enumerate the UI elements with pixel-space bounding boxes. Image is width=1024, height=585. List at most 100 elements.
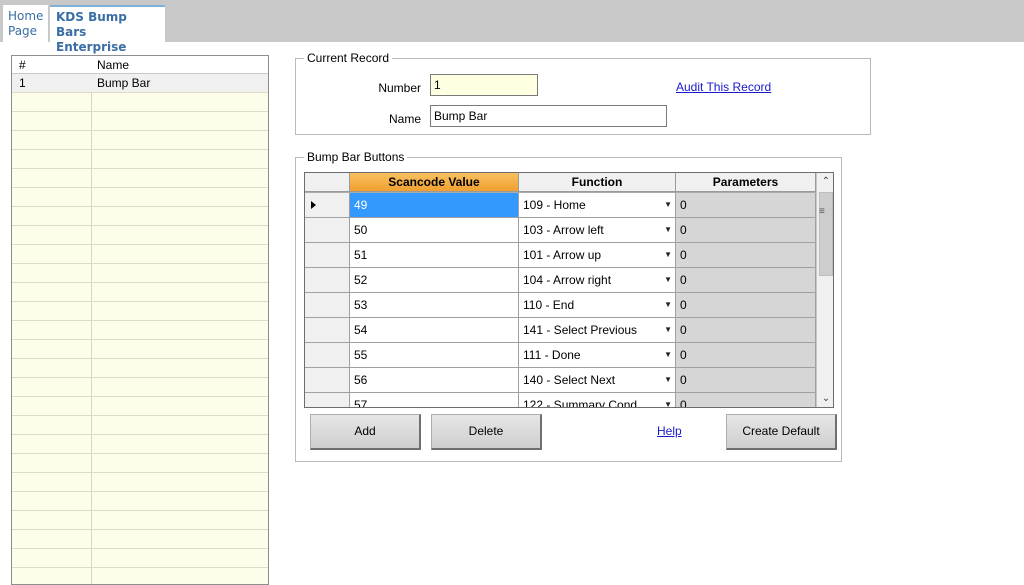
function-value: 141 - Select Previous [523,323,638,337]
grid-row-selector[interactable] [305,268,350,293]
scancode-cell[interactable]: 51 [350,243,519,268]
function-value: 109 - Home [523,198,586,212]
record-list-header-name[interactable]: Name [97,58,129,72]
grid-row[interactable]: 49 109 - Home ▼ 0 [305,193,816,218]
create-default-button[interactable]: Create Default [726,414,837,450]
record-list-empty-row [12,264,268,283]
parameters-cell[interactable]: 0 [676,218,816,243]
add-button[interactable]: Add [310,414,421,450]
grid-row[interactable]: 50 103 - Arrow left ▼ 0 [305,218,816,243]
parameters-cell[interactable]: 0 [676,318,816,343]
tab-home-label-2: Page [8,24,38,38]
grid-row[interactable]: 55 111 - Done ▼ 0 [305,343,816,368]
grid-row-selector[interactable] [305,193,350,218]
record-list[interactable]: # Name 1 Bump Bar [11,55,269,585]
scancode-cell[interactable]: 55 [350,343,519,368]
grid-row[interactable]: 57 122 - Summary Cond... ▼ 0 [305,393,816,407]
grid-row-header-corner [305,173,350,192]
parameters-cell[interactable]: 0 [676,343,816,368]
function-value: 104 - Arrow right [523,273,612,287]
function-select[interactable]: 111 - Done ▼ [519,343,676,368]
dropdown-arrow-icon[interactable]: ▼ [664,243,672,267]
bump-bar-buttons-group: Bump Bar Buttons Scancode Value Function… [295,150,842,462]
dropdown-arrow-icon[interactable]: ▼ [664,218,672,242]
current-record-group: Current Record Number Audit This Record … [295,51,871,135]
dropdown-arrow-icon[interactable]: ▼ [664,268,672,292]
tab-kds-bump-bars[interactable]: KDS Bump Bars Enterprise [50,5,165,54]
record-list-empty-row [12,492,268,511]
record-number: 1 [19,76,26,90]
name-label: Name [388,112,421,126]
grid-row-selector[interactable] [305,393,350,407]
scroll-thumb[interactable] [819,192,833,276]
grid-row-selector[interactable] [305,343,350,368]
scancode-cell[interactable]: 49 [350,193,519,218]
grid-row[interactable]: 56 140 - Select Next ▼ 0 [305,368,816,393]
grid-header-function[interactable]: Function [519,173,676,192]
grid-row-selector[interactable] [305,293,350,318]
record-list-empty-row [12,530,268,549]
scancode-cell[interactable]: 57 [350,393,519,407]
current-row-arrow-icon [311,201,316,209]
dropdown-arrow-icon[interactable]: ▼ [664,318,672,342]
function-select[interactable]: 122 - Summary Cond... ▼ [519,393,676,407]
grid-row[interactable]: 52 104 - Arrow right ▼ 0 [305,268,816,293]
record-list-empty-row [12,150,268,169]
bump-bar-buttons-legend: Bump Bar Buttons [304,150,408,164]
function-select[interactable]: 104 - Arrow right ▼ [519,268,676,293]
function-select[interactable]: 109 - Home ▼ [519,193,676,218]
parameters-cell[interactable]: 0 [676,393,816,407]
function-value: 140 - Select Next [523,373,616,387]
grid-row-selector[interactable] [305,368,350,393]
grid-header-parameters[interactable]: Parameters [676,173,816,192]
function-select[interactable]: 140 - Select Next ▼ [519,368,676,393]
scroll-up-arrow-icon[interactable]: ⌃ [817,173,833,190]
grid-row-selector[interactable] [305,243,350,268]
dropdown-arrow-icon[interactable]: ▼ [664,293,672,317]
name-field[interactable] [430,105,667,127]
grid-row[interactable]: 54 141 - Select Previous ▼ 0 [305,318,816,343]
dropdown-arrow-icon[interactable]: ▼ [664,368,672,392]
function-select[interactable]: 141 - Select Previous ▼ [519,318,676,343]
bump-bar-buttons-grid[interactable]: Scancode Value Function Parameters 49 109… [304,172,834,408]
record-list-empty-row [12,207,268,226]
record-list-empty-row [12,378,268,397]
grid-row[interactable]: 51 101 - Arrow up ▼ 0 [305,243,816,268]
scancode-cell[interactable]: 56 [350,368,519,393]
function-select[interactable]: 103 - Arrow left ▼ [519,218,676,243]
dropdown-arrow-icon[interactable]: ▼ [664,343,672,367]
grid-row-selector[interactable] [305,318,350,343]
parameters-cell[interactable]: 0 [676,368,816,393]
parameters-cell[interactable]: 0 [676,243,816,268]
record-list-header-number[interactable]: # [19,58,26,72]
grid-row[interactable]: 53 110 - End ▼ 0 [305,293,816,318]
record-list-empty-row [12,302,268,321]
function-select[interactable]: 110 - End ▼ [519,293,676,318]
record-list-empty-row [12,340,268,359]
tab-home-label-1: Home [8,9,44,23]
record-list-empty-row [12,435,268,454]
audit-this-record-link[interactable]: Audit This Record [676,80,771,94]
record-list-empty-row [12,112,268,131]
scancode-cell[interactable]: 50 [350,218,519,243]
delete-button[interactable]: Delete [431,414,542,450]
parameters-cell[interactable]: 0 [676,193,816,218]
grid-header-scancode[interactable]: Scancode Value [350,173,519,192]
scancode-cell[interactable]: 52 [350,268,519,293]
dropdown-arrow-icon[interactable]: ▼ [664,393,672,407]
parameters-cell[interactable]: 0 [676,268,816,293]
dropdown-arrow-icon[interactable]: ▼ [664,193,672,217]
parameters-cell[interactable]: 0 [676,293,816,318]
help-link[interactable]: Help [657,424,682,438]
number-field[interactable] [430,74,538,96]
function-select[interactable]: 101 - Arrow up ▼ [519,243,676,268]
record-list-row[interactable]: 1 Bump Bar [12,74,268,93]
scroll-down-arrow-icon[interactable]: ⌄ [817,390,833,407]
scancode-cell[interactable]: 53 [350,293,519,318]
grid-vertical-scrollbar[interactable]: ⌃ ≡ ⌄ [816,173,833,407]
record-list-empty-row [12,226,268,245]
tab-strip: Home Page KDS Bump Bars Enterprise [0,0,1024,54]
grid-row-selector[interactable] [305,218,350,243]
tab-home-page[interactable]: Home Page [3,5,48,42]
scancode-cell[interactable]: 54 [350,318,519,343]
